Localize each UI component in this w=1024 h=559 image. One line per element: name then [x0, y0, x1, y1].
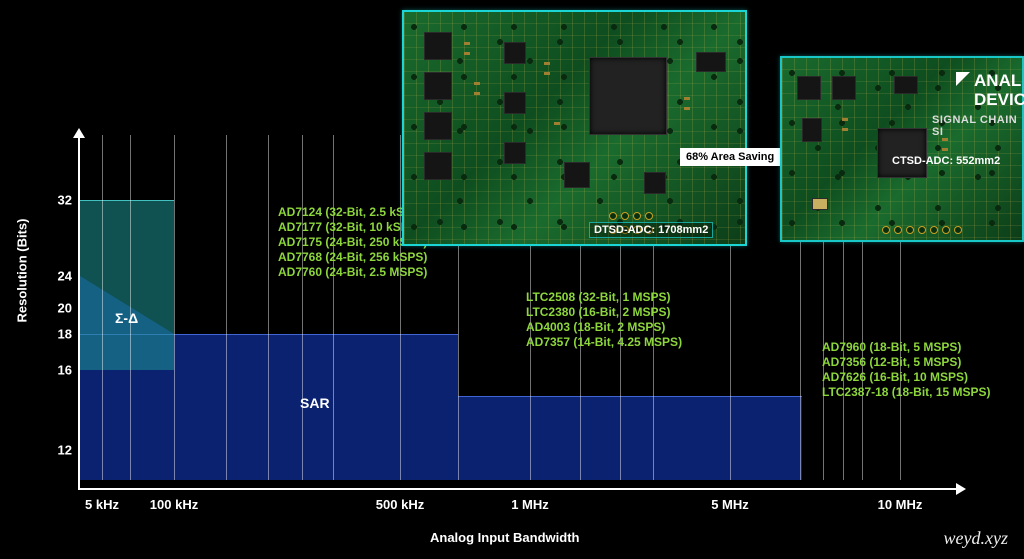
y-tick: 32	[48, 193, 72, 208]
part-item: LTC2508 (32-Bit, 1 MSPS)	[526, 290, 682, 305]
brand-triangle-icon	[956, 72, 970, 86]
y-tick: 12	[48, 443, 72, 458]
x-tick: 5 MHz	[711, 497, 749, 512]
part-item: AD7357 (14-Bit, 4.25 MSPS)	[526, 335, 682, 350]
gridline	[226, 135, 227, 480]
gridline	[333, 135, 334, 480]
pcb-ctsd-caption: CTSD-ADC: 552mm2	[892, 155, 1000, 167]
gridline	[302, 135, 303, 480]
part-list-mid: LTC2508 (32-Bit, 1 MSPS) LTC2380 (16-Bit…	[526, 290, 682, 350]
part-list-high: AD7960 (18-Bit, 5 MSPS) AD7356 (12-Bit, …	[822, 340, 991, 400]
part-item: LTC2387-18 (18-Bit, 15 MSPS)	[822, 385, 991, 400]
part-item: LTC2380 (16-Bit, 2 MSPS)	[526, 305, 682, 320]
x-tick: 500 kHz	[376, 497, 424, 512]
gridline	[174, 135, 175, 480]
x-axis-arrow-icon	[956, 483, 966, 495]
brand-label: ANAL DEVIC	[956, 72, 1024, 109]
x-tick: 100 kHz	[150, 497, 198, 512]
pcb-dtsd-caption: DTSD-ADC: 1708mm2	[589, 222, 713, 238]
x-axis-line	[78, 488, 958, 490]
sigma-delta-label: Σ-Δ	[115, 310, 138, 326]
gridline	[130, 135, 131, 480]
part-item: AD7626 (16-Bit, 10 MSPS)	[822, 370, 991, 385]
brand-signal-chain: SIGNAL CHAIN SI	[932, 114, 1024, 138]
x-tick: 5 kHz	[85, 497, 119, 512]
y-tick: 18	[48, 327, 72, 342]
x-axis-label: Analog Input Bandwidth	[430, 530, 579, 545]
sar-label: SAR	[300, 395, 330, 411]
area-saving-badge: 68% Area Saving	[680, 148, 780, 166]
y-axis-label: Resolution (Bits)	[15, 219, 30, 323]
x-tick: 1 MHz	[511, 497, 549, 512]
gridline	[102, 135, 103, 480]
pcb-dtsd: DTSD-ADC: 1708mm2	[402, 10, 747, 246]
part-item: AD7760 (24-Bit, 2.5 MSPS)	[278, 265, 427, 280]
part-item: AD7960 (18-Bit, 5 MSPS)	[822, 340, 991, 355]
sigma-delta-region	[80, 200, 174, 370]
sar-region-seg3	[458, 396, 800, 480]
y-tick: 20	[48, 301, 72, 316]
part-item: AD7768 (24-Bit, 256 kSPS)	[278, 250, 427, 265]
y-tick: 16	[48, 363, 72, 378]
gridline	[400, 135, 401, 480]
part-item: AD7356 (12-Bit, 5 MSPS)	[822, 355, 991, 370]
part-item: AD4003 (18-Bit, 2 MSPS)	[526, 320, 682, 335]
watermark: weyd.xyz	[944, 528, 1008, 549]
x-tick: 10 MHz	[878, 497, 923, 512]
gridline	[268, 135, 269, 480]
y-tick: 24	[48, 269, 72, 284]
y-axis-arrow-icon	[73, 128, 85, 138]
